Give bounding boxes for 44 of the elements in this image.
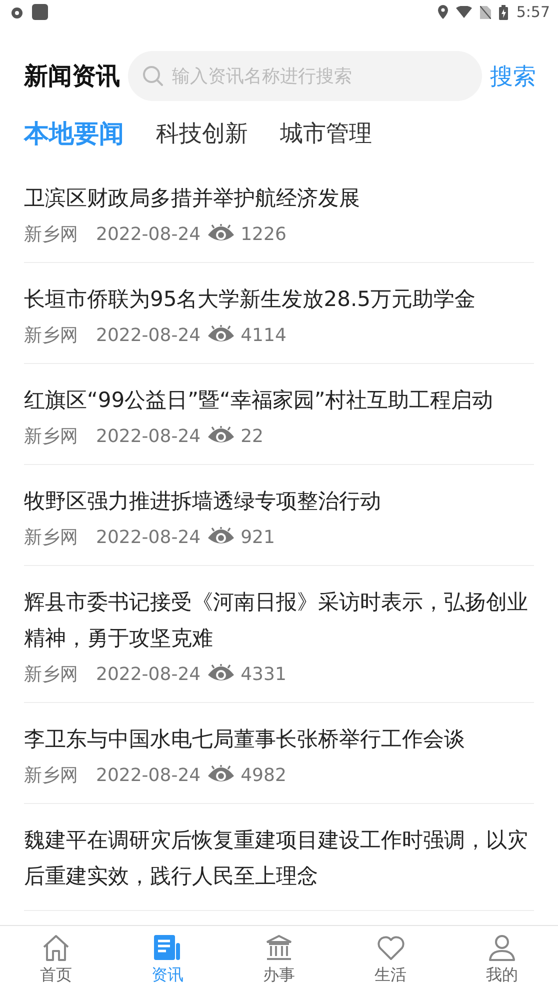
news-title[interactable]: 李卫东与中国水电七局董事长张桥举行工作会谈 — [24, 721, 534, 757]
house-icon — [40, 932, 71, 962]
page-title: 新闻资讯 — [24, 61, 120, 92]
news-date: 2022-08-24 — [96, 764, 201, 786]
nav-tab[interactable]: 首页 — [0, 926, 112, 992]
building-icon — [264, 932, 294, 962]
status-time: 5:57 — [516, 3, 550, 21]
view-count: 22 — [240, 426, 264, 446]
newspaper-icon — [152, 932, 182, 962]
view-count: 4982 — [240, 764, 286, 786]
nav-tab[interactable]: 办事 — [223, 926, 335, 992]
nav-tab[interactable]: 我的 — [446, 926, 558, 992]
category-tab[interactable]: 城市管理 — [280, 117, 372, 150]
search-field[interactable]: 输入资讯名称进行搜索 — [128, 51, 482, 101]
wifi-icon — [456, 6, 472, 18]
view-count: 1226 — [240, 224, 286, 244]
news-date: 2022-08-24 — [96, 664, 201, 684]
news-title[interactable]: 卫滨区财政局多措并举护航经济发展 — [24, 180, 534, 216]
news-title[interactable]: 辉县市委书记接受《河南日报》采访时表示，弘扬创业精神，勇于攻坚克难 — [24, 584, 534, 656]
news-date: 2022-08-24 — [96, 324, 201, 346]
news-date: 2022-08-24 — [96, 426, 201, 446]
news-date: 2022-08-24 — [96, 224, 201, 244]
view-count: 4331 — [240, 664, 286, 684]
app-icon — [32, 4, 48, 20]
news-source: 新乡网 — [24, 663, 78, 686]
news-source: 新乡网 — [24, 764, 78, 787]
news-source: 新乡网 — [24, 324, 78, 347]
news-title[interactable]: 牧野区强力推进拆墙透绿专项整治行动 — [24, 483, 534, 519]
news-source: 新乡网 — [24, 425, 78, 448]
sim-icon — [480, 6, 492, 18]
news-source: 新乡网 — [24, 526, 78, 549]
notification-icon — [10, 5, 24, 19]
news-title[interactable]: 魏建平在调研灾后恢复重建项目建设工作时强调，以灾后重建实效，践行人民至上理念 — [24, 822, 534, 894]
person-icon — [487, 932, 518, 962]
news-title[interactable]: 红旗区“99公益日”暨“幸福家园”村社互助工程启动 — [24, 382, 534, 418]
location-icon — [438, 5, 448, 19]
view-count: 921 — [240, 526, 275, 548]
battery-icon — [499, 4, 508, 20]
category-tab[interactable]: 科技创新 — [156, 117, 248, 150]
nav-tab[interactable]: 生活 — [334, 926, 446, 992]
news-date: 2022-08-24 — [96, 526, 201, 548]
news-title[interactable]: 长垣市侨联为95名大学新生发放28.5万元助学金 — [24, 281, 534, 317]
view-count: 4114 — [240, 324, 286, 346]
news-source: 新乡网 — [24, 223, 78, 246]
